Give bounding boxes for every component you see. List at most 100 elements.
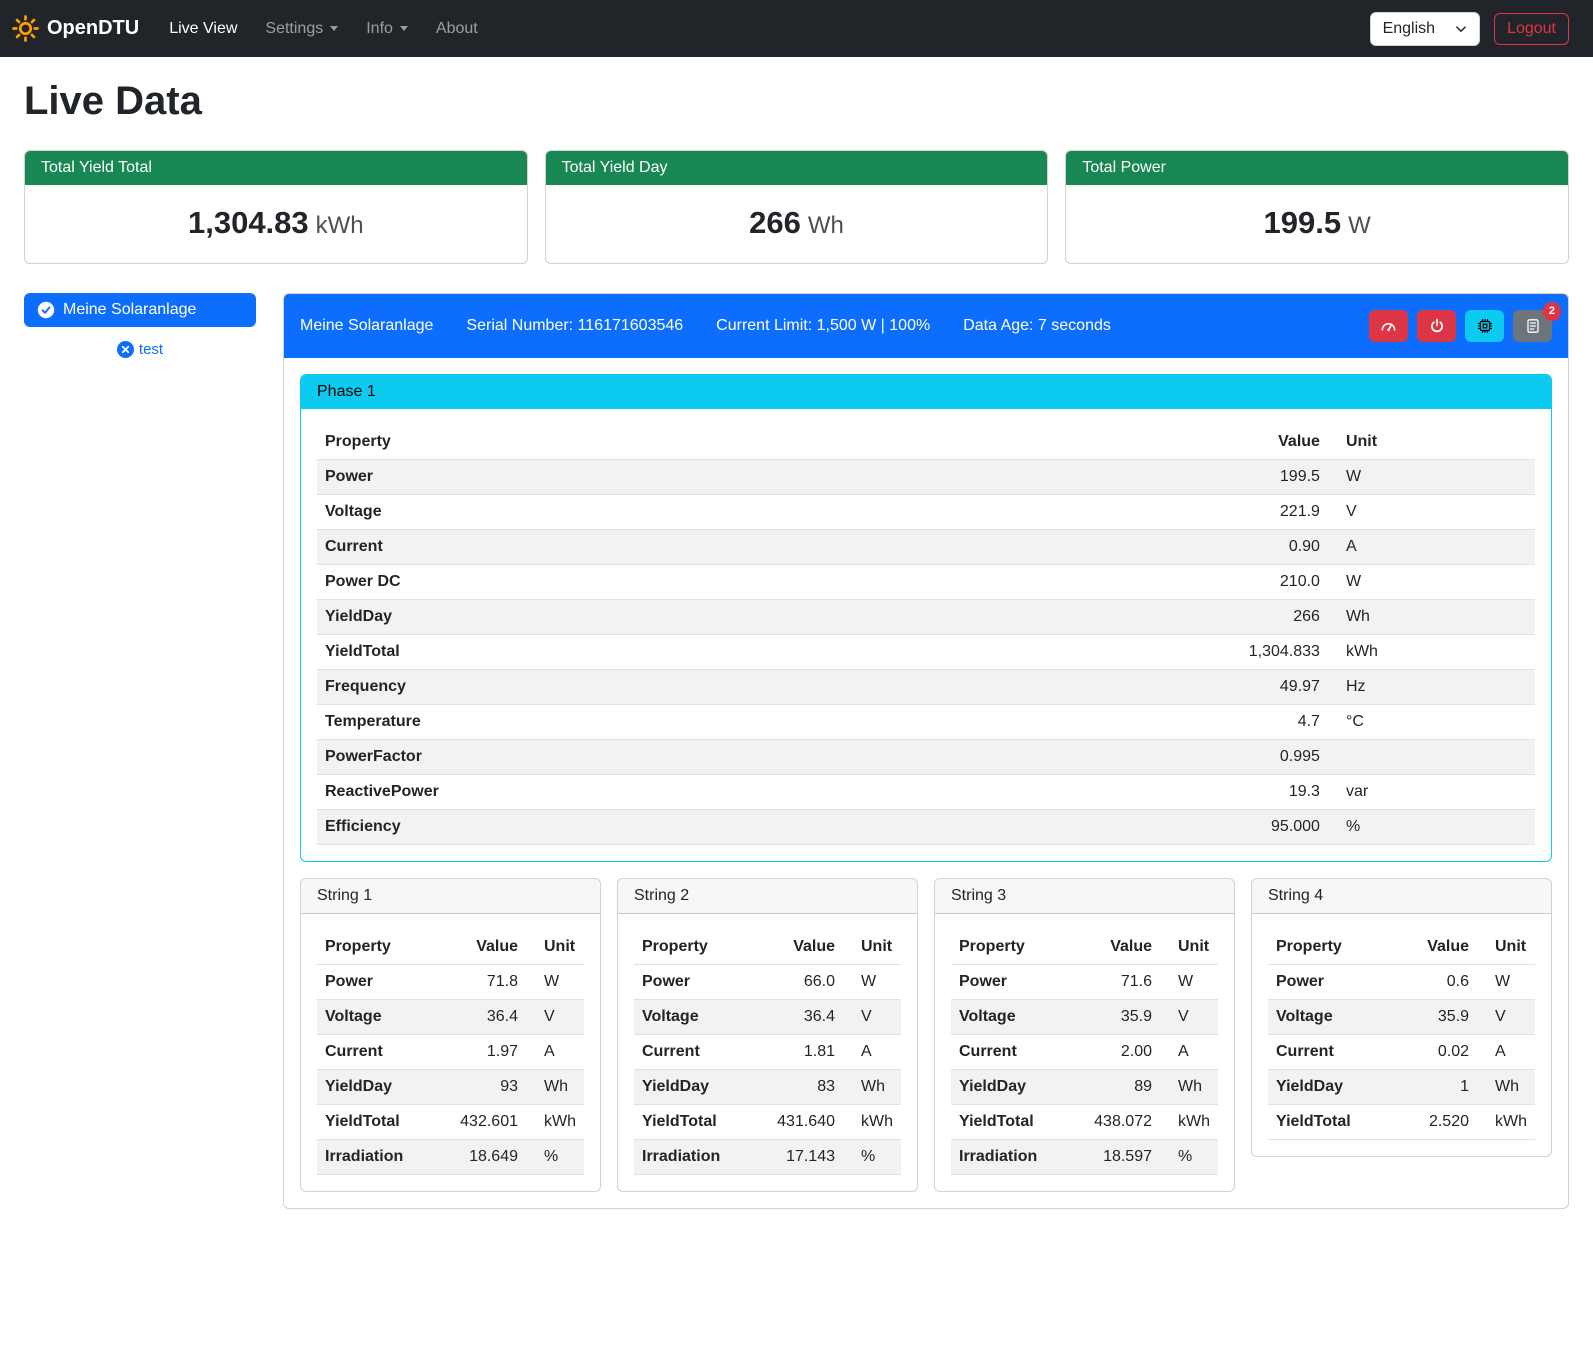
- row-value: 199.5: [1206, 460, 1328, 495]
- chevron-down-icon: [400, 26, 408, 31]
- chevron-down-icon: [1455, 23, 1467, 35]
- row-unit: W: [1328, 460, 1535, 495]
- summary-card-title: Total Yield Day: [546, 151, 1048, 185]
- col-header-property: Property: [1268, 930, 1402, 965]
- power-icon: [1429, 318, 1445, 334]
- limit-settings-button[interactable]: [1369, 310, 1408, 342]
- row-unit: %: [526, 1140, 584, 1175]
- row-property: YieldTotal: [317, 1105, 451, 1140]
- row-value: 221.9: [1206, 495, 1328, 530]
- row-unit: A: [1328, 530, 1535, 565]
- table-row: Efficiency 95.000 %: [317, 810, 1535, 845]
- row-unit: Wh: [1160, 1070, 1218, 1105]
- phase-table: Property Value Unit Power: [317, 425, 1535, 845]
- language-select[interactable]: English: [1370, 12, 1480, 46]
- row-property: Frequency: [317, 670, 1206, 705]
- summary-card-body: 266 Wh: [546, 185, 1048, 263]
- row-property: Power: [317, 460, 1206, 495]
- logout-button[interactable]: Logout: [1494, 13, 1569, 45]
- row-unit: V: [1160, 1000, 1218, 1035]
- row-unit: V: [843, 1000, 901, 1035]
- nav-item-settings[interactable]: Settings: [251, 12, 352, 46]
- row-unit: °C: [1328, 705, 1535, 740]
- summary-card-title: Total Power: [1066, 151, 1568, 185]
- row-property: Current: [1268, 1035, 1402, 1070]
- string-card-body: Property Value Unit Power: [1252, 914, 1551, 1156]
- table-row: Temperature 4.7 °C: [317, 705, 1535, 740]
- row-property: Current: [317, 1035, 451, 1070]
- row-property: YieldTotal: [634, 1105, 768, 1140]
- summary-card-body: 1,304.83kWh: [25, 185, 527, 263]
- row-unit: Hz: [1328, 670, 1535, 705]
- table-row: Current 1.81 A: [634, 1035, 901, 1070]
- nav-item-label: Live View: [169, 20, 237, 38]
- table-row: Power 0.6 W: [1268, 965, 1535, 1000]
- col-header-property: Property: [317, 425, 1206, 460]
- row-unit: var: [1328, 775, 1535, 810]
- summary-card-unit: W: [1348, 212, 1371, 239]
- row-property: YieldTotal: [1268, 1105, 1402, 1140]
- col-header-property: Property: [951, 930, 1085, 965]
- row-property: Power: [1268, 965, 1402, 1000]
- row-unit: Wh: [1477, 1070, 1535, 1105]
- table-header-row: Property Value Unit: [317, 425, 1535, 460]
- string-card-title: String 2: [618, 879, 917, 914]
- table-row: Irradiation 17.143 %: [634, 1140, 901, 1175]
- row-unit: [1328, 740, 1535, 775]
- row-property: Irradiation: [951, 1140, 1085, 1175]
- row-property: YieldDay: [951, 1070, 1085, 1105]
- row-unit: kWh: [843, 1105, 901, 1140]
- nav-item-info[interactable]: Info: [352, 12, 422, 46]
- row-value: 35.9: [1402, 1000, 1477, 1035]
- row-property: YieldDay: [317, 1070, 451, 1105]
- summary-card-value: 1,304.83: [188, 205, 309, 240]
- row-property: Voltage: [317, 1000, 451, 1035]
- row-property: YieldDay: [1268, 1070, 1402, 1105]
- string-card-body: Property Value Unit Power: [618, 914, 917, 1191]
- nav-item-label: Settings: [265, 20, 323, 38]
- table-row: YieldTotal 431.640 kWh: [634, 1105, 901, 1140]
- table-row: Power DC 210.0 W: [317, 565, 1535, 600]
- device-info-button[interactable]: [1465, 310, 1504, 342]
- col-header-value: Value: [1085, 930, 1160, 965]
- nav-item-label: Info: [366, 20, 393, 38]
- col-header-unit: Unit: [843, 930, 901, 965]
- event-log-button[interactable]: 2: [1513, 310, 1552, 342]
- row-property: Power: [951, 965, 1085, 1000]
- table-row: Frequency 49.97 Hz: [317, 670, 1535, 705]
- string-card-body: Property Value Unit Power: [301, 914, 600, 1191]
- table-row: YieldTotal 1,304.833 kWh: [317, 635, 1535, 670]
- table-row: YieldDay 266 Wh: [317, 600, 1535, 635]
- strings-row: String 1 Property Value Unit: [300, 878, 1552, 1192]
- row-value: 19.3: [1206, 775, 1328, 810]
- inverter-select-button[interactable]: Meine Solaranlage: [24, 293, 256, 327]
- language-select-value: English: [1383, 20, 1435, 38]
- row-unit: A: [843, 1035, 901, 1070]
- brand-link[interactable]: OpenDTU: [12, 15, 139, 42]
- row-property: Efficiency: [317, 810, 1206, 845]
- table-row: Current 2.00 A: [951, 1035, 1218, 1070]
- row-property: Power: [634, 965, 768, 1000]
- nav-item-live-view[interactable]: Live View: [155, 12, 251, 46]
- table-row: YieldTotal 2.520 kWh: [1268, 1105, 1535, 1140]
- brand-label: OpenDTU: [47, 17, 139, 40]
- string-card-1: String 1 Property Value Unit: [300, 878, 601, 1192]
- string-card-title: String 4: [1252, 879, 1551, 914]
- power-toggle-button[interactable]: [1417, 310, 1456, 342]
- cpu-chip-icon: [1477, 318, 1493, 334]
- row-value: 0.02: [1402, 1035, 1477, 1070]
- page-container: Live Data Total Yield Total 1,304.83kWh …: [0, 57, 1593, 1237]
- row-property: Current: [634, 1035, 768, 1070]
- nav-item-about[interactable]: About: [422, 12, 492, 46]
- journal-icon: [1525, 318, 1541, 334]
- inverter-card-header: Meine Solaranlage Serial Number: 1161716…: [284, 294, 1568, 358]
- row-unit: kWh: [1160, 1105, 1218, 1140]
- summary-card: Total Yield Day 266 Wh: [545, 150, 1049, 264]
- summary-card-unit: Wh: [808, 212, 844, 239]
- table-row: Voltage 36.4 V: [634, 1000, 901, 1035]
- test-inverter-link[interactable]: test: [24, 341, 256, 358]
- table-row: Power 71.8 W: [317, 965, 584, 1000]
- row-unit: kWh: [1477, 1105, 1535, 1140]
- summary-card-value: 266: [749, 205, 801, 240]
- row-value: 1,304.833: [1206, 635, 1328, 670]
